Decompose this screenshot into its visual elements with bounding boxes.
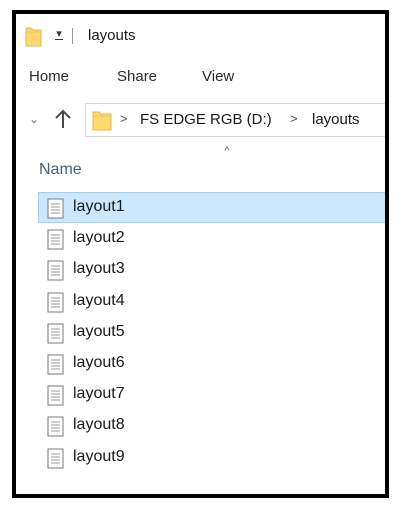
address-bar[interactable]: > FS EDGE RGB (D:) > layouts [85, 103, 385, 137]
file-name: layout2 [73, 229, 125, 247]
document-icon [47, 448, 64, 469]
file-name: layout7 [73, 385, 125, 403]
ribbon-tabs: Home Share View [16, 64, 385, 90]
document-icon [47, 198, 64, 219]
column-header: ^ Name [16, 144, 385, 184]
title-separator [72, 28, 73, 44]
tab-home[interactable]: Home [29, 68, 69, 85]
file-row[interactable]: layout2 [38, 223, 385, 254]
file-row[interactable]: layout1 [38, 192, 385, 224]
up-arrow-icon[interactable] [52, 107, 74, 131]
window-title: layouts [88, 27, 136, 44]
file-name: layout9 [73, 447, 125, 465]
chevron-down-icon[interactable]: ⌄ [27, 109, 41, 129]
document-icon [47, 229, 64, 250]
file-name: layout6 [73, 353, 125, 371]
file-name: layout1 [73, 198, 125, 215]
tab-view[interactable]: View [202, 68, 234, 85]
document-icon [47, 385, 64, 406]
breadcrumb-layouts[interactable]: layouts [312, 111, 360, 128]
chevron-right-icon[interactable]: > [120, 111, 128, 126]
file-row[interactable]: layout5 [38, 317, 385, 348]
file-row[interactable]: layout3 [38, 254, 385, 285]
column-name-header[interactable]: Name [39, 161, 82, 179]
document-icon [47, 260, 64, 281]
document-icon [47, 292, 64, 313]
file-row[interactable]: layout9 [38, 442, 385, 473]
file-name: layout4 [73, 291, 125, 309]
breadcrumb-drive[interactable]: FS EDGE RGB (D:) [140, 111, 272, 128]
file-row[interactable]: layout8 [38, 410, 385, 441]
file-list: layout1 layout2 layout3 layout4 layout5 [38, 192, 385, 473]
navigation-bar: ⌄ > FS EDGE RGB (D:) > layouts [16, 101, 385, 141]
document-icon [47, 354, 64, 375]
customize-toolbar-icon[interactable]: ▾ [53, 26, 65, 42]
file-name: layout3 [73, 260, 125, 278]
file-row[interactable]: layout7 [38, 379, 385, 410]
file-row[interactable]: layout6 [38, 348, 385, 379]
document-icon [47, 323, 64, 344]
file-name: layout5 [73, 322, 125, 340]
sort-ascending-icon: ^ [224, 145, 230, 157]
folder-icon [92, 109, 112, 131]
chevron-right-icon[interactable]: > [290, 111, 298, 126]
title-bar: ▾ layouts [16, 14, 385, 56]
tab-share[interactable]: Share [117, 68, 157, 85]
document-icon [47, 416, 64, 437]
folder-icon [25, 25, 42, 47]
explorer-window: ▾ layouts Home Share View ⌄ > FS EDGE RG… [12, 10, 389, 498]
file-row[interactable]: layout4 [38, 286, 385, 317]
file-name: layout8 [73, 416, 125, 434]
